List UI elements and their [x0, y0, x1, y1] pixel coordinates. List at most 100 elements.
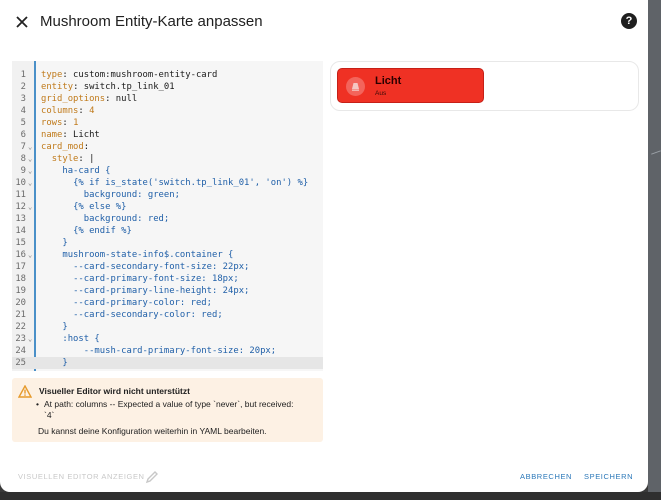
line-number: 5: [20, 118, 26, 128]
fold-chevron-icon[interactable]: ⌄: [28, 165, 32, 177]
code-text: rows: 1: [41, 118, 79, 128]
code-text: columns: 4: [41, 106, 95, 116]
code-line[interactable]: 6 name: Licht: [12, 129, 323, 141]
code-text: card_mod:: [41, 142, 90, 152]
background-page: [648, 0, 661, 500]
code-text: grid_options: null: [41, 94, 138, 104]
line-number: 14: [15, 226, 26, 236]
code-line[interactable]: 17 --card-secondary-font-size: 22px;: [12, 261, 323, 273]
line-number: 2: [20, 82, 26, 92]
code-text: --mush-card-primary-font-size: 20px;: [73, 346, 277, 356]
line-number: 3: [20, 94, 26, 104]
code-text: background: red;: [83, 214, 170, 224]
line-number: 8: [20, 154, 26, 164]
warning-detail: At path: columns -- Expected a value of …: [36, 399, 304, 421]
code-text: }: [62, 358, 68, 368]
code-line[interactable]: 1 type: custom:mushroom-entity-card: [12, 69, 323, 81]
code-line[interactable]: 11 background: green;: [12, 189, 323, 201]
code-line[interactable]: 20 --card-primary-color: red;: [12, 297, 323, 309]
line-number: 20: [15, 298, 26, 308]
warning-footer: Du kannst deine Konfiguration weiterhin …: [38, 426, 267, 436]
code-text: entity: switch.tp_link_01: [41, 82, 175, 92]
code-line[interactable]: 10 ⌄ {% if is_state('switch.tp_link_01', …: [12, 177, 323, 189]
code-text: {% endif %}: [73, 226, 132, 236]
code-text: --card-primary-line-height: 24px;: [73, 286, 250, 296]
code-text: --card-primary-font-size: 18px;: [73, 274, 239, 284]
code-line[interactable]: 23 ⌄ :host {: [12, 333, 323, 345]
code-text: --card-secondary-font-size: 22px;: [73, 262, 250, 272]
line-number: 10: [15, 178, 26, 188]
code-line[interactable]: 9 ⌄ ha-card {: [12, 165, 323, 177]
line-number: 12: [15, 202, 26, 212]
code-text: :host {: [62, 334, 100, 344]
code-line[interactable]: 22 }: [12, 321, 323, 333]
code-text: style: |: [51, 154, 95, 164]
code-line[interactable]: 21 --card-secondary-color: red;: [12, 309, 323, 321]
code-text: --card-primary-color: red;: [73, 298, 212, 308]
code-line[interactable]: 24 --mush-card-primary-font-size: 20px;: [12, 345, 323, 357]
code-text: background: green;: [83, 190, 180, 200]
line-number: 24: [15, 346, 26, 356]
code-line[interactable]: 3 grid_options: null: [12, 93, 323, 105]
fold-chevron-icon[interactable]: ⌄: [28, 141, 32, 153]
line-number: 7: [20, 142, 26, 152]
code-line[interactable]: 7 ⌄ card_mod:: [12, 141, 323, 153]
fold-chevron-icon[interactable]: ⌄: [28, 201, 32, 213]
code-line[interactable]: 12 ⌄ {% else %}: [12, 201, 323, 213]
warning-title: Visueller Editor wird nicht unterstützt: [39, 386, 190, 396]
code-text: {% else %}: [73, 202, 127, 212]
fold-chevron-icon[interactable]: ⌄: [28, 153, 32, 165]
save-button[interactable]: SPEICHERN: [584, 472, 633, 481]
code-line[interactable]: 14 {% endif %}: [12, 225, 323, 237]
edit-card-dialog: Mushroom Entity-Karte anpassen ? 1 type: …: [0, 0, 648, 492]
line-number: 4: [20, 106, 26, 116]
line-number: 13: [15, 214, 26, 224]
yaml-code-editor[interactable]: 1 type: custom:mushroom-entity-card 2 entit…: [12, 61, 323, 371]
line-number: 25: [15, 358, 26, 368]
code-line[interactable]: 2 entity: switch.tp_link_01: [12, 81, 323, 93]
code-text: type: custom:mushroom-entity-card: [41, 70, 218, 80]
close-icon[interactable]: [11, 11, 33, 33]
code-line[interactable]: 16 ⌄ mushroom-state-info$.container {: [12, 249, 323, 261]
line-number: 21: [15, 310, 26, 320]
code-text: ha-card {: [62, 166, 111, 176]
line-number: 19: [15, 286, 26, 296]
show-visual-editor-button[interactable]: VISUELLEN EDITOR ANZEIGEN: [18, 472, 145, 481]
line-number: 1: [20, 70, 26, 80]
code-line[interactable]: 8 ⌄ style: |: [12, 153, 323, 165]
code-line[interactable]: 5 rows: 1: [12, 117, 323, 129]
code-line[interactable]: 25 }: [12, 357, 323, 369]
line-number: 17: [15, 262, 26, 272]
code-line[interactable]: 19 --card-primary-line-height: 24px;: [12, 285, 323, 297]
background-strip: [0, 492, 661, 500]
line-number: 23: [15, 334, 26, 344]
code-line[interactable]: 15 }: [12, 237, 323, 249]
code-text: {% if is_state('switch.tp_link_01', 'on'…: [73, 178, 309, 188]
line-number: 11: [15, 190, 26, 200]
entity-state: Aus: [375, 90, 387, 97]
code-line[interactable]: 4 columns: 4: [12, 105, 323, 117]
code-text: }: [62, 322, 68, 332]
entity-name: Licht: [375, 75, 402, 87]
mushroom-entity-card[interactable]: Licht Aus: [337, 68, 484, 103]
code-text: mushroom-state-info$.container {: [62, 250, 234, 260]
fold-chevron-icon[interactable]: ⌄: [28, 249, 32, 261]
unsupported-editor-warning: Visueller Editor wird nicht unterstützt …: [12, 378, 323, 442]
line-number: 22: [15, 322, 26, 332]
code-text: name: Licht: [41, 130, 100, 140]
fold-chevron-icon[interactable]: ⌄: [28, 333, 32, 345]
line-number: 15: [15, 238, 26, 248]
code-line[interactable]: 18 --card-primary-font-size: 18px;: [12, 273, 323, 285]
help-icon[interactable]: ?: [621, 13, 637, 29]
code-text: --card-secondary-color: red;: [73, 310, 223, 320]
lamp-icon: [346, 77, 365, 96]
warning-icon: [18, 385, 32, 398]
dialog-title: Mushroom Entity-Karte anpassen: [40, 13, 263, 30]
cancel-button[interactable]: ABBRECHEN: [520, 472, 572, 481]
line-number: 16: [15, 250, 26, 260]
line-number: 6: [20, 130, 26, 140]
fold-chevron-icon[interactable]: ⌄: [28, 177, 32, 189]
line-number: 18: [15, 274, 26, 284]
code-line[interactable]: 13 background: red;: [12, 213, 323, 225]
code-text: }: [62, 238, 68, 248]
